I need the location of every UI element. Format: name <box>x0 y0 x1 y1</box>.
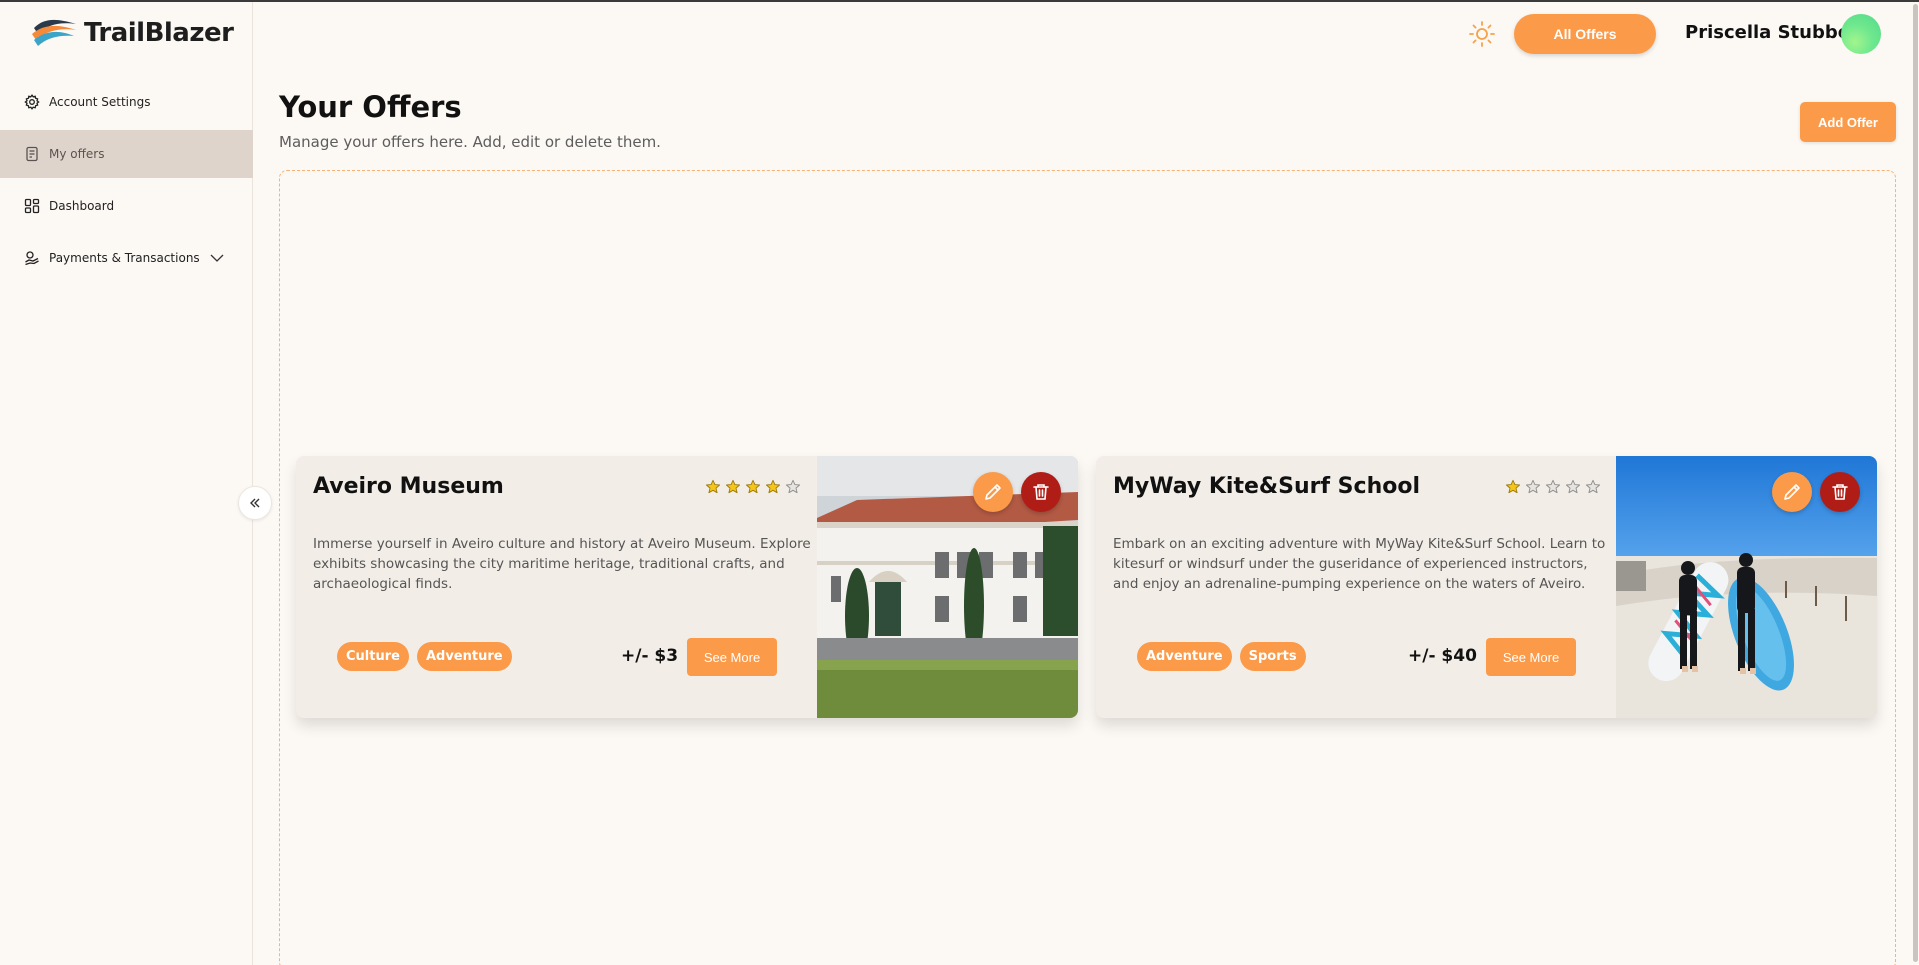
trash-icon <box>1033 484 1049 500</box>
offer-tags: Culture Adventure <box>337 642 512 671</box>
offer-price: +/- $40 <box>1408 646 1477 666</box>
offer-title: MyWay Kite&Surf School <box>1113 474 1421 499</box>
sidebar-item-label: Account Settings <box>49 95 151 109</box>
sidebar-item-label: My offers <box>49 147 105 161</box>
sun-icon[interactable] <box>1468 20 1496 48</box>
star-empty-icon <box>1585 479 1601 494</box>
offer-card[interactable]: Aveiro Museum Immerse yourself in Aveiro… <box>296 456 1078 718</box>
star-filled-icon <box>745 479 761 494</box>
sidebar-item-label: Dashboard <box>49 199 115 213</box>
delete-offer-button[interactable] <box>1021 472 1061 512</box>
add-offer-button[interactable]: Add Offer <box>1800 102 1896 142</box>
sidebar-item-dashboard[interactable]: Dashboard <box>0 182 253 230</box>
tag-culture[interactable]: Culture <box>337 642 409 671</box>
star-empty-icon <box>1565 479 1581 494</box>
offer-tags: Adventure Sports <box>1137 642 1306 671</box>
tag-adventure[interactable]: Adventure <box>416 642 512 671</box>
chevron-down-icon[interactable] <box>209 250 225 266</box>
offer-image <box>1616 456 1877 718</box>
page-subtitle: Manage your offers here. Add, edit or de… <box>279 133 661 151</box>
app-logo[interactable]: TrailBlazer <box>30 16 234 50</box>
scrollbar[interactable] <box>1911 2 1919 965</box>
pencil-icon <box>1784 484 1800 500</box>
edit-offer-button[interactable] <box>1772 472 1812 512</box>
sidebar-nav: Account Settings My offers Dashboard Pay… <box>0 78 253 286</box>
see-more-button[interactable]: See More <box>687 638 777 676</box>
sidebar-item-my-offers[interactable]: My offers <box>0 130 253 178</box>
pencil-icon <box>985 484 1001 500</box>
gear-icon <box>24 94 40 110</box>
tag-adventure[interactable]: Adventure <box>1137 642 1232 671</box>
trash-icon <box>1832 484 1848 500</box>
star-filled-icon <box>705 479 721 494</box>
page-title: Your Offers <box>279 90 462 124</box>
delete-offer-button[interactable] <box>1820 472 1860 512</box>
star-empty-icon <box>1525 479 1541 494</box>
tag-sports[interactable]: Sports <box>1239 642 1306 671</box>
offer-description: Immerse yourself in Aveiro culture and h… <box>313 536 811 592</box>
edit-offer-button[interactable] <box>973 472 1013 512</box>
offer-description: Embark on an exciting adventure with MyW… <box>1113 536 1606 592</box>
star-empty-icon <box>1545 479 1561 494</box>
all-offers-button[interactable]: All Offers <box>1514 14 1656 54</box>
star-empty-icon <box>785 479 801 494</box>
app-name: TrailBlazer <box>84 18 234 48</box>
sidebar: TrailBlazer Account Settings My offers D… <box>0 2 253 965</box>
sidebar-item-payments[interactable]: Payments & Transactions <box>0 234 253 282</box>
see-more-button[interactable]: See More <box>1486 638 1576 676</box>
rating-stars <box>705 479 801 495</box>
collapse-sidebar-button[interactable] <box>238 486 272 520</box>
money-icon <box>24 250 40 266</box>
double-chevron-left-icon <box>250 498 260 508</box>
rating-stars <box>1505 479 1601 495</box>
document-icon <box>24 146 40 162</box>
window-top-border <box>0 0 1919 2</box>
avatar[interactable] <box>1841 14 1881 54</box>
scrollbar-thumb[interactable] <box>1913 4 1918 962</box>
star-filled-icon <box>725 479 741 494</box>
offer-image <box>817 456 1078 718</box>
star-filled-icon <box>1505 479 1521 494</box>
sidebar-item-label: Payments & Transactions <box>49 251 200 265</box>
offer-title: Aveiro Museum <box>313 474 504 499</box>
star-filled-icon <box>765 479 781 494</box>
offer-price: +/- $3 <box>621 646 679 666</box>
offer-card[interactable]: MyWay Kite&Surf School Embark on an exci… <box>1096 456 1877 718</box>
trailblazer-logo-icon <box>32 19 76 46</box>
grid-icon <box>24 198 40 214</box>
sidebar-item-account-settings[interactable]: Account Settings <box>0 78 253 126</box>
